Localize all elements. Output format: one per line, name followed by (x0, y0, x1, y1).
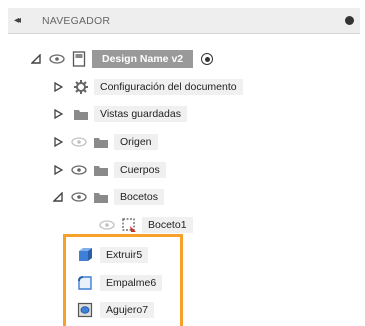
eye-hidden-icon[interactable] (98, 218, 116, 232)
gear-icon (72, 79, 90, 95)
tree-item-label[interactable]: Cuerpos (114, 162, 166, 178)
timeline-item-extrude[interactable]: Extruir5 (76, 244, 149, 266)
tree-row-saved-views[interactable]: Vistas guardadas (52, 103, 187, 125)
tree-row-bodies[interactable]: Cuerpos (52, 159, 166, 181)
timeline-item-label[interactable]: Extruir5 (100, 247, 149, 263)
eye-hidden-icon[interactable] (70, 135, 88, 149)
root-component-label[interactable]: Design Name v2 (92, 50, 194, 68)
expanded-triangle-icon[interactable] (30, 52, 42, 66)
tree-row-sketch1[interactable]: Boceto1 (92, 214, 193, 236)
folder-icon (92, 189, 110, 205)
timeline-item-label[interactable]: Agujero7 (100, 302, 155, 318)
collapsed-triangle-icon[interactable] (52, 80, 64, 94)
tree-item-label[interactable]: Vistas guardadas (94, 106, 187, 122)
tree-item-label[interactable]: Origen (114, 134, 158, 150)
navigator-title: NAVEGADOR (42, 14, 111, 27)
tree-row-origin[interactable]: Origen (52, 131, 158, 153)
timeline-item-label[interactable]: Empalme6 (100, 275, 163, 291)
timeline-item-hole[interactable]: Agujero7 (76, 299, 155, 321)
options-dot-icon[interactable] (345, 16, 354, 25)
activate-radio-icon[interactable] (201, 53, 214, 65)
eye-icon[interactable] (70, 163, 88, 177)
tree-item-label[interactable]: Bocetos (114, 189, 164, 205)
highlighted-features-box: Extruir5 Empalme6 Agujero7 (63, 234, 183, 326)
tree-row-document-settings[interactable]: Configuración del documento (52, 76, 243, 98)
expanded-triangle-icon[interactable] (52, 190, 64, 204)
folder-icon (92, 134, 110, 150)
tree-row-root[interactable]: Design Name v2 (30, 48, 214, 70)
timeline-item-fillet[interactable]: Empalme6 (76, 272, 163, 294)
eye-icon[interactable] (48, 52, 66, 66)
eye-icon[interactable] (70, 190, 88, 204)
collapsed-triangle-icon[interactable] (52, 107, 64, 121)
collapsed-triangle-icon[interactable] (52, 163, 64, 177)
collapsed-triangle-icon[interactable] (52, 135, 64, 149)
navigator-header: ◂◂ NAVEGADOR (8, 8, 360, 34)
hole-icon (76, 302, 94, 318)
extrude-icon (76, 247, 94, 263)
fillet-icon (76, 275, 94, 291)
document-icon (70, 51, 88, 67)
folder-icon (72, 106, 90, 122)
sketch-icon (120, 217, 138, 233)
tree-item-label[interactable]: Boceto1 (142, 217, 193, 233)
collapse-panel-icon[interactable]: ◂◂ (14, 15, 34, 26)
tree-item-label[interactable]: Configuración del documento (94, 79, 243, 95)
folder-icon (92, 162, 110, 178)
tree-row-sketches[interactable]: Bocetos (52, 186, 164, 208)
